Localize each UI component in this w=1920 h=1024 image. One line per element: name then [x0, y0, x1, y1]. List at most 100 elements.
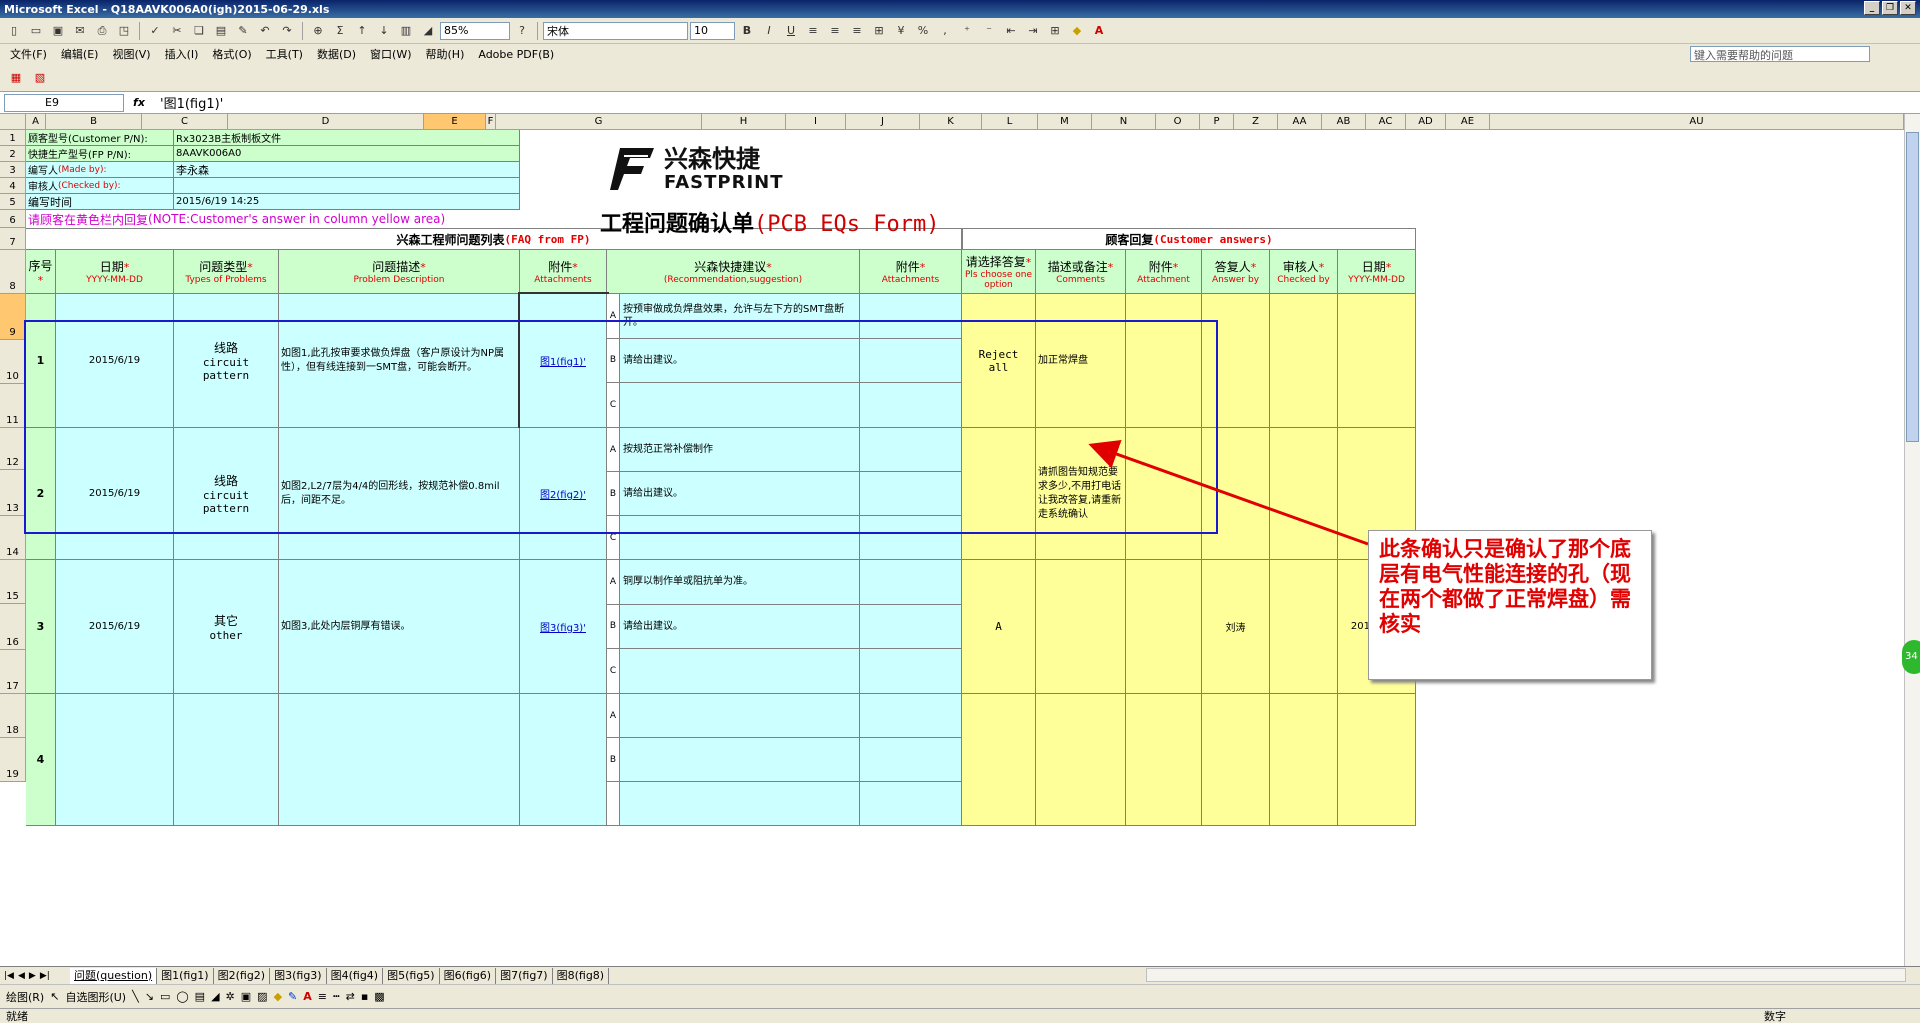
font-color-icon[interactable]: A — [1089, 21, 1109, 41]
suggestion-text[interactable] — [620, 738, 860, 782]
checked-by[interactable] — [1270, 294, 1338, 428]
customer-pn-label[interactable]: 顾客型号(Customer P/N): — [26, 130, 174, 146]
new-icon[interactable]: ▯ — [4, 21, 24, 41]
column-header[interactable]: B — [46, 114, 142, 130]
item-type[interactable]: 其它 other — [174, 560, 279, 694]
customer-pn-value[interactable]: Rx3023B主板制板文件 — [174, 130, 520, 146]
redo-icon[interactable]: ↷ — [277, 21, 297, 41]
textbox-icon[interactable]: ▤ — [195, 990, 205, 1003]
line-style-icon[interactable]: ≡ — [318, 990, 327, 1003]
dash-style-icon[interactable]: ┅ — [333, 990, 340, 1003]
column-header[interactable]: AC — [1366, 114, 1406, 130]
sheet-tab[interactable]: 图5(fig5) — [383, 967, 440, 984]
paste-icon[interactable]: ▤ — [211, 21, 231, 41]
bold-icon[interactable]: B — [737, 21, 757, 41]
answer-by[interactable] — [1202, 294, 1270, 428]
row-header[interactable]: 10 — [0, 340, 26, 384]
row-header[interactable]: 4 — [0, 178, 26, 194]
answer-comment[interactable] — [1036, 694, 1126, 826]
item-attachment[interactable]: 图3(fig3)' — [520, 560, 607, 694]
sheet-tab[interactable]: 图8(fig8) — [553, 967, 610, 984]
vertical-scrollbar[interactable] — [1904, 114, 1920, 966]
save-icon[interactable]: ▣ — [48, 21, 68, 41]
formula-content[interactable]: '图1(fig1)' — [154, 93, 223, 112]
font-color-draw-icon[interactable]: A — [303, 990, 312, 1003]
item-attachment[interactable]: 图2(fig2)' — [520, 428, 607, 560]
shadow-icon[interactable]: ▪ — [361, 990, 368, 1003]
item-type[interactable] — [174, 694, 279, 826]
fp-pn-label[interactable]: 快捷生产型号(FP P/N): — [26, 146, 174, 162]
suggestion-text[interactable]: 铜厚以制作单或阻抗单为准。 — [620, 560, 860, 605]
column-header[interactable]: AD — [1406, 114, 1446, 130]
row-header[interactable]: 7 — [0, 228, 26, 250]
suggestion-attachment[interactable] — [860, 560, 962, 605]
suggestion-attachment[interactable] — [860, 694, 962, 738]
italic-icon[interactable]: I — [759, 21, 779, 41]
suggestion-text[interactable] — [620, 649, 860, 694]
pdf-mail-icon[interactable]: ▧ — [30, 68, 50, 88]
suggestion-text[interactable] — [620, 516, 860, 560]
sheet-tab[interactable]: 图3(fig3) — [270, 967, 327, 984]
fill-color-draw-icon[interactable]: ◆ — [274, 990, 282, 1003]
answer-date[interactable] — [1338, 294, 1416, 428]
column-header[interactable]: N — [1092, 114, 1156, 130]
time-label[interactable]: 编写时间 — [26, 194, 174, 210]
suggestion-attachment[interactable] — [860, 782, 962, 826]
column-header[interactable]: Z — [1234, 114, 1278, 130]
row-header[interactable]: 1 — [0, 130, 26, 146]
menu-insert[interactable]: 插入(I) — [165, 46, 199, 62]
suggestion-attachment[interactable] — [860, 604, 962, 650]
row-header[interactable]: 12 — [0, 428, 26, 470]
next-tab-icon[interactable]: ▶ — [29, 971, 36, 981]
open-icon[interactable]: ▭ — [26, 21, 46, 41]
sheet-tab[interactable]: 问题(question) — [70, 967, 158, 984]
clipart-icon[interactable]: ▣ — [241, 990, 251, 1003]
decrease-indent-icon[interactable]: ⇤ — [1001, 21, 1021, 41]
answer-by[interactable] — [1202, 694, 1270, 826]
horizontal-scrollbar[interactable] — [1146, 968, 1906, 982]
checked-by[interactable] — [1270, 428, 1338, 560]
row-header[interactable]: 5 — [0, 194, 26, 210]
column-header[interactable]: A — [26, 114, 46, 130]
restore-button[interactable]: ❐ — [1882, 1, 1898, 15]
item-desc[interactable]: 如图3,此处内层铜厚有错误。 — [279, 560, 520, 694]
picture-icon[interactable]: ▨ — [257, 990, 267, 1003]
suggestion-attachment[interactable] — [860, 294, 962, 339]
permission-icon[interactable]: ✉ — [70, 21, 90, 41]
arrow-icon[interactable]: ↘ — [145, 990, 154, 1003]
column-header[interactable]: J — [846, 114, 920, 130]
oval-icon[interactable]: ◯ — [176, 990, 188, 1003]
made-by-value[interactable]: 李永森 — [174, 162, 520, 178]
borders-icon[interactable]: ⊞ — [1045, 21, 1065, 41]
suggestion-text[interactable] — [620, 694, 860, 738]
suggestion-attachment[interactable] — [860, 516, 962, 560]
cut-icon[interactable]: ✂ — [167, 21, 187, 41]
print-icon[interactable]: ⎙ — [92, 21, 112, 41]
column-header[interactable]: P — [1200, 114, 1234, 130]
row-header[interactable]: 15 — [0, 560, 26, 604]
last-tab-icon[interactable]: ▶| — [40, 971, 50, 981]
autosum-icon[interactable]: Σ — [330, 21, 350, 41]
menu-window[interactable]: 窗口(W) — [370, 46, 411, 62]
column-header[interactable]: H — [702, 114, 786, 130]
column-header[interactable]: AA — [1278, 114, 1322, 130]
checked-by[interactable] — [1270, 694, 1338, 826]
menu-edit[interactable]: 编辑(E) — [61, 46, 99, 62]
answer-attachment[interactable] — [1126, 428, 1202, 560]
item-date[interactable] — [56, 694, 174, 826]
answer-comment[interactable]: 请抓图告知规范要求多少,不用打电话让我改答复,请重新走系统确认 — [1036, 428, 1126, 560]
item-desc[interactable]: 如图2,L2/7层为4/4的回形线，按规范补偿0.8mil后，间距不足。 — [279, 428, 520, 560]
item-date[interactable]: 2015/6/19 — [56, 294, 174, 428]
row-header[interactable]: 13 — [0, 470, 26, 516]
row-header[interactable]: 3 — [0, 162, 26, 178]
answer-choice[interactable] — [962, 428, 1036, 560]
comma-icon[interactable]: , — [935, 21, 955, 41]
suggestion-text[interactable]: 请给出建议。 — [620, 604, 860, 650]
column-header[interactable]: L — [982, 114, 1038, 130]
column-header[interactable]: C — [142, 114, 228, 130]
row-header[interactable]: 8 — [0, 250, 26, 294]
sheet-tab[interactable]: 图7(fig7) — [496, 967, 553, 984]
draw-menu[interactable]: 绘图(R) — [6, 989, 44, 1005]
row-header[interactable]: 19 — [0, 738, 26, 782]
sheet-tab[interactable]: 图2(fig2) — [214, 967, 271, 984]
